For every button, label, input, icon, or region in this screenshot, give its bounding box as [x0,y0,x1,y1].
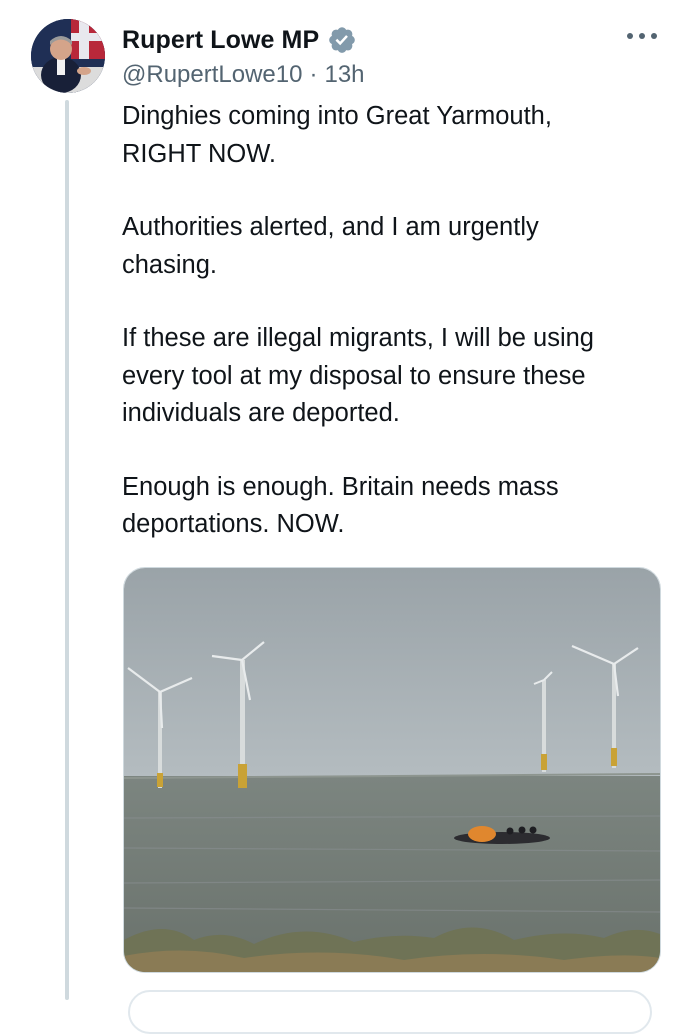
avatar[interactable] [31,19,105,93]
tweet-paragraph: Authorities alerted, and I am urgently c… [122,213,539,279]
tweet-paragraph: Enough is enough. Britain needs mass dep… [122,472,559,539]
verified-badge-icon [327,25,357,55]
tweet-media-photo[interactable] [123,567,661,973]
tweet-paragraph: If these are illegal migrants, I will be… [122,324,594,427]
tweet-text: Dinghies coming into Great Yarmouth, RIG… [122,98,667,580]
thread-line [65,100,69,1000]
sea-wind-turbines-photo [124,568,660,972]
author-handle[interactable]: @RupertLowe10 [122,61,302,89]
next-card-edge [128,990,652,1034]
more-horizontal-icon[interactable] [627,29,657,43]
author-display-name[interactable]: Rupert Lowe MP [122,26,319,55]
meta-separator: · [309,61,318,88]
tweet-paragraph: Dinghies coming into Great Yarmouth, RIG… [122,102,552,168]
tweet-timestamp[interactable]: 13h [324,61,364,89]
tweet-header: Rupert Lowe MP @RupertLowe10 · 13h [122,22,661,92]
